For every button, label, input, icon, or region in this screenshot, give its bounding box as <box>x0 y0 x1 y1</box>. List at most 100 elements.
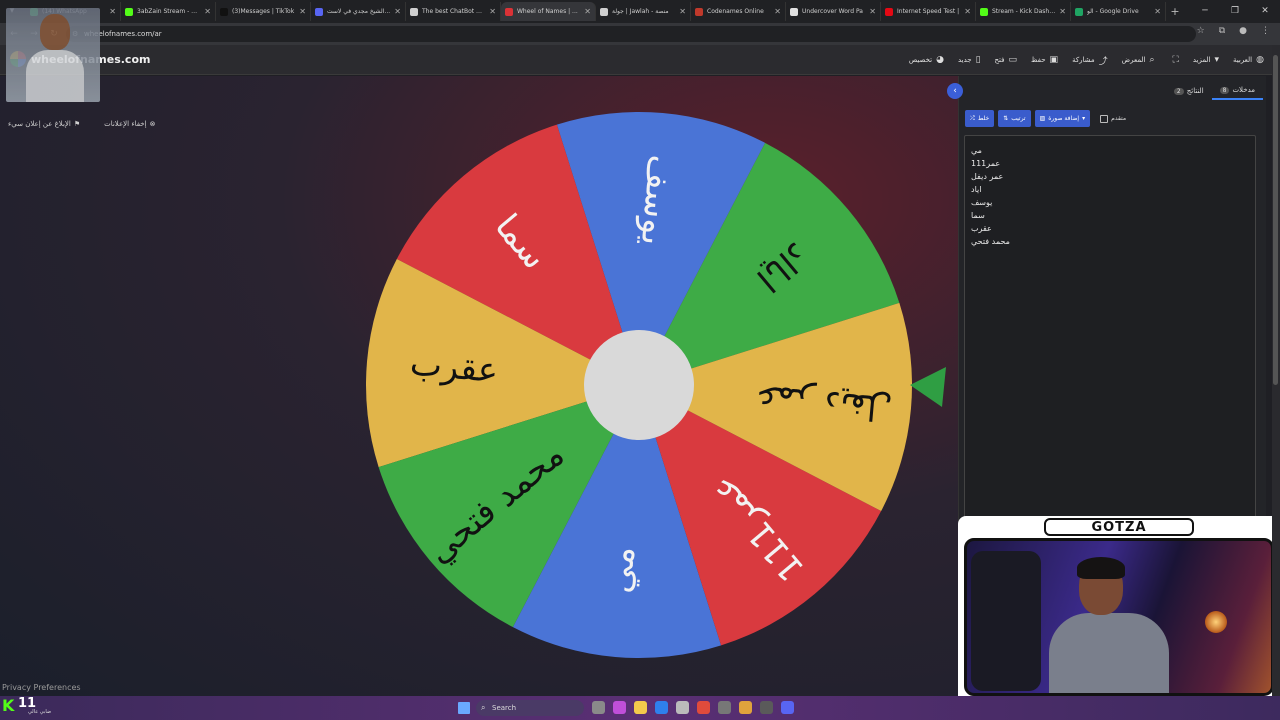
close-tab-icon[interactable]: ✕ <box>204 7 211 16</box>
close-tab-icon[interactable]: ✕ <box>584 7 591 16</box>
site-header: wheelofnames.com ◍ العربية▾ المزيد⛶ ⌕ ال… <box>0 45 1272 75</box>
entries-textarea[interactable]: مي عمر111 عمر ديفل اياد يوسف سما عقرب محمد فتحي <box>964 135 1256 519</box>
nav-item[interactable]: ⤴ مشاركة <box>1072 54 1108 67</box>
browser-tab[interactable]: (3)Messages | TikTok ✕ <box>216 2 311 21</box>
nav-item[interactable]: ⌕ المعرض <box>1122 55 1155 65</box>
new-tab-button[interactable]: + <box>1166 5 1184 18</box>
nav-item[interactable]: ▭ فتح <box>995 55 1018 65</box>
minimize-icon[interactable]: ─ <box>1190 0 1220 23</box>
wheel-stage: ⊗ إخفاء الإعلانات ⚑ الإبلاغ عن إعلان سيء … <box>0 76 958 696</box>
windows-start-icon[interactable] <box>458 702 470 714</box>
nav-item-label: فتح <box>994 56 1005 64</box>
taskbar-search[interactable]: ⌕ Search <box>476 700 584 716</box>
tab-title: (3)Messages | TikTok <box>232 8 295 15</box>
tab-favicon-icon <box>980 7 988 16</box>
streamer-body <box>1049 613 1169 693</box>
tab-favicon-icon <box>505 7 513 16</box>
browser-tab[interactable]: Stream - Kick Dashbo ✕ <box>976 2 1071 21</box>
nav-item-label: تخصيص <box>908 56 933 64</box>
close-tab-icon[interactable]: ✕ <box>394 7 401 16</box>
browser-tab[interactable]: الو - Google Drive ✕ <box>1071 2 1166 21</box>
nav-item-label: المعرض <box>1121 56 1146 64</box>
nav-item[interactable]: ⛶ <box>1169 55 1179 65</box>
bookmark-star-icon[interactable]: ☆ <box>1197 26 1205 36</box>
edge-icon[interactable] <box>655 701 668 714</box>
close-tab-icon[interactable]: ✕ <box>1154 7 1161 16</box>
sort-button[interactable]: ⇅ ترتيب <box>998 110 1031 127</box>
copilot-icon[interactable] <box>613 701 626 714</box>
browser-tab[interactable]: الشيخ مجدي في لاست... ✕ <box>311 2 406 21</box>
checkbox-box[interactable] <box>1100 114 1109 123</box>
advanced-checkbox[interactable]: متقدم <box>1100 114 1127 123</box>
chrome-icon[interactable] <box>697 701 710 714</box>
nav-item[interactable]: ◍ العربية <box>1233 55 1264 65</box>
scrollbar-thumb[interactable] <box>1273 55 1278 385</box>
person-head <box>40 14 70 50</box>
streamer <box>1049 557 1169 693</box>
cam-title: GOTZA <box>1044 518 1194 536</box>
close-tab-icon[interactable]: ✕ <box>109 7 116 16</box>
tab-title: Internet Speed Test | <box>897 8 960 15</box>
browser-tab[interactable]: جولة | Jawlah - منصة ✕ <box>596 2 691 21</box>
nav-item[interactable]: ◕ تخصيص <box>909 55 944 65</box>
close-tab-icon[interactable]: ✕ <box>1059 7 1066 16</box>
shuffle-button[interactable]: ⤮ خلط <box>965 110 995 127</box>
nav-item[interactable]: ▯ جديد <box>958 55 981 65</box>
wheel-hub[interactable] <box>584 330 694 440</box>
tab-favicon-icon <box>125 7 133 16</box>
gaming-chair <box>971 551 1041 691</box>
browser-tab[interactable]: Undercover Word Pa ✕ <box>786 2 881 21</box>
task-view-icon[interactable] <box>592 701 605 714</box>
streamer-hair <box>1077 557 1125 579</box>
browser-menu-icon[interactable]: ⋮ <box>1261 26 1270 36</box>
close-tab-icon[interactable]: ✕ <box>679 7 686 16</box>
page-scrollbar[interactable] <box>1272 45 1280 696</box>
kick-icon: K <box>2 696 15 715</box>
entry-line: سما <box>971 211 985 220</box>
panel-tabs: مدخلات 8 النتائج 2 <box>959 82 1267 100</box>
close-tab-icon[interactable]: ✕ <box>869 7 876 16</box>
vlc-icon[interactable] <box>739 701 752 714</box>
file-explorer-icon[interactable] <box>634 701 647 714</box>
store-icon[interactable] <box>676 701 689 714</box>
advanced-label: متقدم <box>1111 115 1127 122</box>
nav-item[interactable]: ▣ حفظ <box>1031 55 1058 65</box>
tab-list: (14) WhatsApp ✕ 3abZain Stream - Wa ✕ (3… <box>26 2 1166 21</box>
wheel-slice-label: يوسف <box>633 153 681 247</box>
browser-tab[interactable]: The best ChatBot and ✕ <box>406 2 501 21</box>
taskbar-search-label: Search <box>492 704 517 712</box>
privacy-preferences-link[interactable]: Privacy Preferences <box>2 683 81 692</box>
close-tab-icon[interactable]: ✕ <box>774 7 781 16</box>
panel-tab[interactable]: النتائج 2 <box>1166 82 1212 100</box>
wheel[interactable]: ايااديوسفسماعقربمحمد فتحي مي عمر111عمر ديف… <box>0 76 958 696</box>
search-icon: ⌕ <box>1149 55 1155 65</box>
browser-tab[interactable]: Internet Speed Test | ✕ <box>881 2 976 21</box>
discord-icon[interactable] <box>781 701 794 714</box>
wheel-slice-label: عقرب <box>408 344 499 392</box>
url-field[interactable]: ⚙ wheelofnames.com/ar <box>66 26 1196 42</box>
share-icon: ⤴ <box>1098 56 1108 67</box>
entry-line: يوسف <box>971 198 993 207</box>
browser-tab[interactable]: Codenames Online ✕ <box>691 2 786 21</box>
browser-tab[interactable]: Wheel of Names | ... ✕ <box>501 2 596 21</box>
browser-tab[interactable]: 3abZain Stream - Wa ✕ <box>121 2 216 21</box>
profile-avatar[interactable]: ● <box>1239 26 1247 36</box>
panel-tab[interactable]: مدخلات 8 <box>1211 82 1263 100</box>
extensions-icon[interactable]: ⧉ <box>1219 26 1225 36</box>
taskbar-apps <box>592 701 794 714</box>
maximize-icon[interactable]: ❐ <box>1220 0 1250 23</box>
nav-item[interactable]: ▾ المزيد <box>1193 55 1219 65</box>
chevron-down-icon: ▾ <box>1082 115 1086 122</box>
tab-favicon-icon <box>1075 7 1083 16</box>
image-icon: ▨ <box>1039 115 1046 122</box>
obs-icon[interactable] <box>760 701 773 714</box>
entry-line: محمد فتحي <box>971 237 1010 246</box>
add-image-button[interactable]: ▨ إضافة صورة ▾ <box>1034 110 1091 127</box>
close-window-icon[interactable]: ✕ <box>1250 0 1280 23</box>
folder-icon: ▭ <box>1008 55 1018 65</box>
nav-item-label: العربية <box>1233 56 1253 64</box>
close-tab-icon[interactable]: ✕ <box>964 7 971 16</box>
app-icon[interactable] <box>718 701 731 714</box>
close-tab-icon[interactable]: ✕ <box>489 7 496 16</box>
close-tab-icon[interactable]: ✕ <box>299 7 306 16</box>
